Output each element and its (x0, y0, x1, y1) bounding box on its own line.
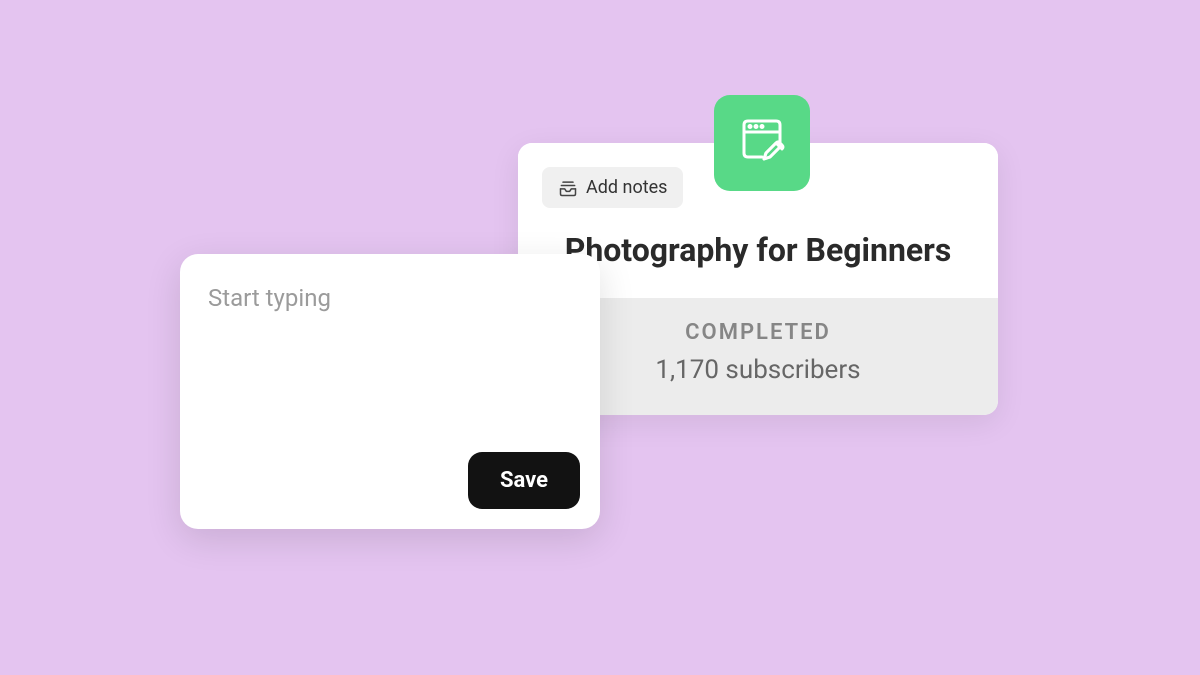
inbox-icon (558, 178, 578, 198)
add-notes-button[interactable]: Add notes (542, 167, 683, 208)
note-input[interactable] (208, 284, 572, 434)
course-title: Photography for Beginners (542, 230, 974, 270)
add-notes-label: Add notes (586, 177, 667, 198)
browser-edit-icon (734, 113, 790, 173)
save-button[interactable]: Save (468, 452, 580, 509)
subscriber-count: 1,170 subscribers (542, 355, 974, 385)
edit-window-badge (714, 95, 810, 191)
status-badge: COMPLETED (542, 320, 974, 345)
note-editor-card: Save (180, 254, 600, 529)
